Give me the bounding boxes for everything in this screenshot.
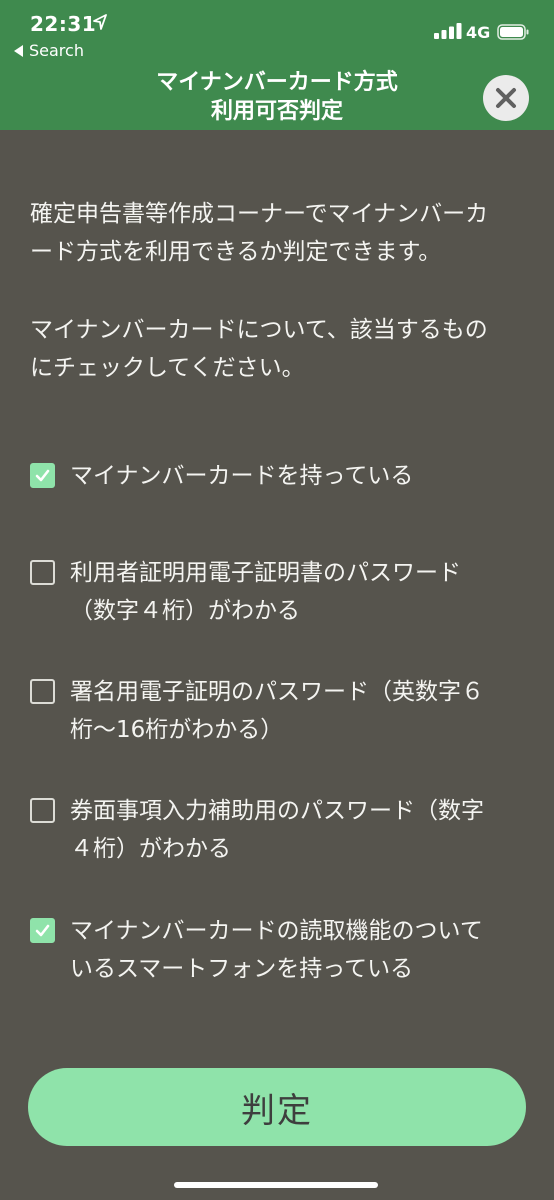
checkbox-nfc-smartphone[interactable] xyxy=(30,918,55,943)
check-label-line: 桁〜16桁がわかる） xyxy=(70,717,284,743)
check-label-line: 利用者証明用電子証明書のパスワード xyxy=(70,560,461,586)
check-label-line: マイナンバーカードの読取機能のついて xyxy=(70,918,483,944)
back-to-search-link[interactable]: Search xyxy=(14,41,84,60)
page-title: マイナンバーカード方式 利用可否判定 xyxy=(100,68,454,126)
back-triangle-icon xyxy=(14,44,23,57)
page-title-line2: 利用可否判定 xyxy=(210,99,343,124)
battery-icon xyxy=(497,24,529,40)
home-indicator[interactable] xyxy=(174,1182,378,1188)
network-type: 4G xyxy=(466,23,491,42)
check-label: マイナンバーカードの読取機能のついて いるスマートフォンを持っている xyxy=(70,912,530,988)
intro-paragraph-1: 確定申告書等作成コーナーでマイナンバーカ ード方式を利用できるか判定できます。 xyxy=(30,195,530,271)
check-label: 署名用電子証明のパスワード（英数字６ 桁〜16桁がわかる） xyxy=(70,673,530,749)
checkmark-icon xyxy=(35,924,50,937)
check-label-line: いるスマートフォンを持っている xyxy=(70,956,414,982)
status-time: 22:31 xyxy=(30,12,97,36)
close-icon xyxy=(496,88,516,108)
intro-line: にチェックしてください。 xyxy=(30,355,305,381)
check-label-line: 券面事項入力補助用のパスワード（数字 xyxy=(70,798,484,824)
intro-paragraph-2: マイナンバーカードについて、該当するもの にチェックしてください。 xyxy=(30,311,530,387)
check-label-line: マイナンバーカードを持っている xyxy=(70,463,414,489)
checkbox-user-cert-password[interactable] xyxy=(30,560,55,585)
app-header: 22:31 Search 4G マイナンバーカード方式 利用可否判定 xyxy=(0,0,554,130)
back-search-label: Search xyxy=(29,41,84,60)
checkmark-icon xyxy=(35,469,50,482)
intro-line: 確定申告書等作成コーナーでマイナンバーカ xyxy=(30,201,489,227)
close-button[interactable] xyxy=(483,75,529,121)
check-label-line: ４桁）がわかる xyxy=(70,836,231,862)
check-label: 券面事項入力補助用のパスワード（数字 ４桁）がわかる xyxy=(70,792,530,868)
check-label-line: 署名用電子証明のパスワード（英数字６ xyxy=(70,679,484,705)
page-title-line1: マイナンバーカード方式 xyxy=(156,70,398,95)
check-label: マイナンバーカードを持っている xyxy=(70,457,530,495)
signal-bars-icon xyxy=(434,23,462,39)
check-label: 利用者証明用電子証明書のパスワード （数字４桁）がわかる xyxy=(70,554,530,630)
checkbox-signature-cert-password[interactable] xyxy=(30,679,55,704)
check-label-line: （数字４桁）がわかる xyxy=(70,598,300,624)
checkbox-card-info-password[interactable] xyxy=(30,798,55,823)
intro-line: ード方式を利用できるか判定できます。 xyxy=(30,239,442,265)
location-arrow-icon xyxy=(93,14,107,30)
checkbox-has-card[interactable] xyxy=(30,463,55,488)
intro-line: マイナンバーカードについて、該当するもの xyxy=(30,317,488,343)
intro-text: 確定申告書等作成コーナーでマイナンバーカ ード方式を利用できるか判定できます。 … xyxy=(30,195,530,387)
judge-button[interactable]: 判定 xyxy=(28,1068,526,1146)
